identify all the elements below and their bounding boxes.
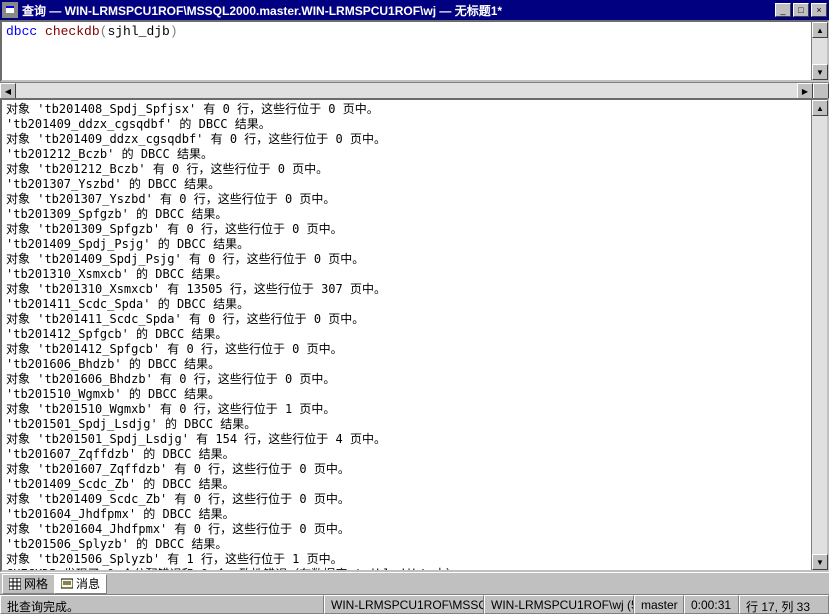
editor-pane: dbcc checkdb(sjhl_djb) ▲ ▼ [0,20,829,82]
results-text[interactable]: 对象 'tb201408_Spdj_Spfjsx' 有 0 行，这些行位于 0 … [2,100,811,570]
results-vscroll[interactable]: ▲ ▼ [811,100,827,570]
app-icon [2,2,18,18]
tab-messages[interactable]: 消息 [54,574,107,594]
keyword: dbcc [6,24,37,39]
grid-icon [9,578,21,590]
status-rowcol: 行 17, 列 33 [739,595,829,614]
sql-editor[interactable]: dbcc checkdb(sjhl_djb) [2,22,811,80]
status-user: WIN-LRMSPCU1ROF\wj (52) [484,595,634,614]
scroll-down-icon[interactable]: ▼ [812,64,828,80]
status-time: 0:00:31 [684,595,739,614]
messages-icon [61,578,73,590]
titlebar: 查询 — WIN-LRMSPCU1ROF\MSSQL2000.master.WI… [0,0,829,20]
window-title: 查询 — WIN-LRMSPCU1ROF\MSSQL2000.master.WI… [22,2,775,19]
scroll-right-icon[interactable]: ▶ [797,83,813,99]
maximize-button[interactable]: □ [793,3,809,17]
scroll-track[interactable] [16,83,797,98]
scroll-up-icon[interactable]: ▲ [812,100,828,116]
results-pane: 对象 'tb201408_Spdj_Spfjsx' 有 0 行，这些行位于 0 … [0,98,829,572]
paren-close: ) [170,24,178,39]
scroll-corner [813,83,829,99]
tab-messages-label: 消息 [76,575,100,592]
scroll-left-icon[interactable]: ◀ [0,83,16,99]
function-name: checkdb [45,24,100,39]
statusbar: 批查询完成。 WIN-LRMSPCU1ROF\MSSQL2000 WIN-LRM… [0,594,829,614]
editor-hscroll[interactable]: ◀ ▶ [0,82,829,98]
identifier: sjhl_djb [107,24,169,39]
minimize-button[interactable]: _ [775,3,791,17]
tab-grid[interactable]: 网格 [2,574,55,594]
status-db: master [634,595,684,614]
close-button[interactable]: × [811,3,827,17]
tab-grid-label: 网格 [24,575,48,592]
result-tabs: 网格 消息 [0,572,829,594]
status-server: WIN-LRMSPCU1ROF\MSSQL2000 [324,595,484,614]
editor-vscroll[interactable]: ▲ ▼ [811,22,827,80]
scroll-down-icon[interactable]: ▼ [812,554,828,570]
scroll-up-icon[interactable]: ▲ [812,22,828,38]
status-main: 批查询完成。 [0,595,324,614]
window-buttons: _ □ × [775,3,827,17]
